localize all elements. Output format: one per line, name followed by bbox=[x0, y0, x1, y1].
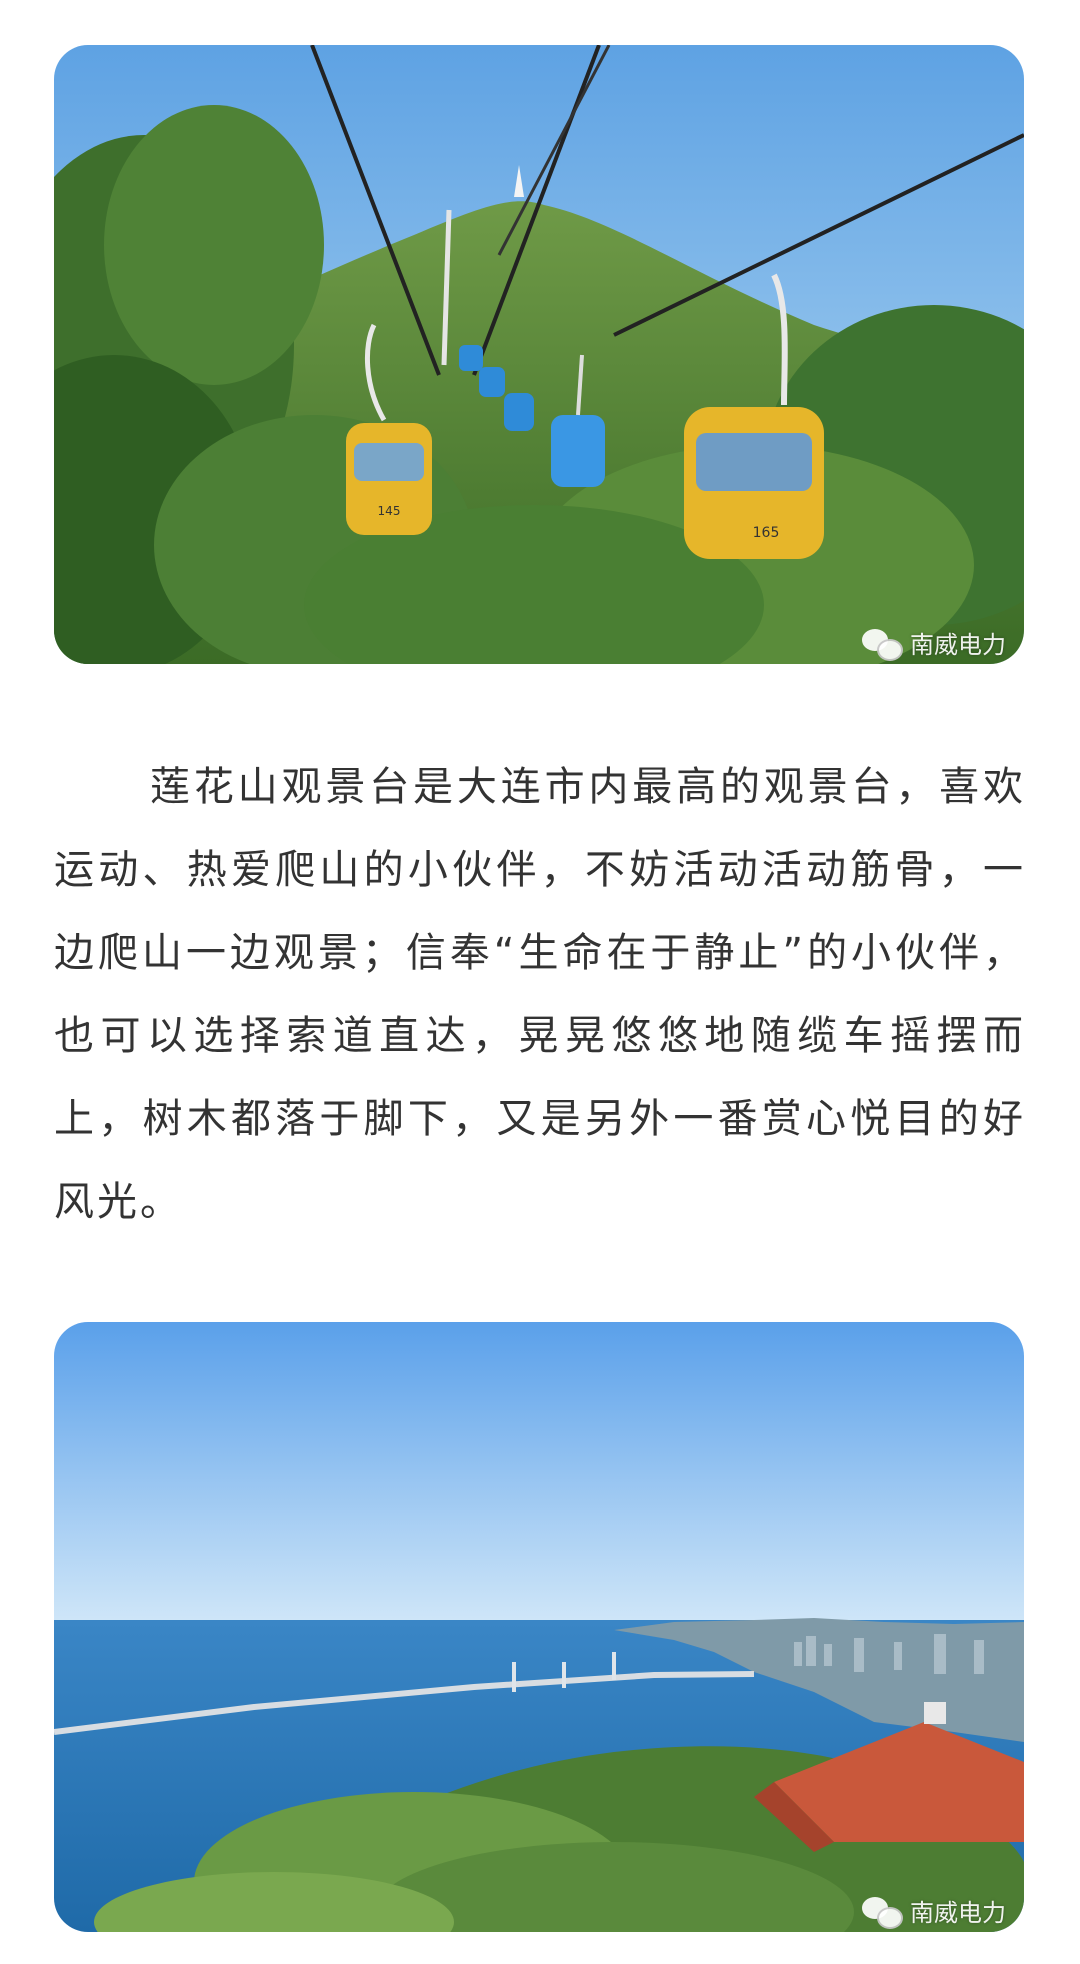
watermark-text: 南威电力 bbox=[910, 631, 1006, 659]
watermark: 南威电力 bbox=[862, 625, 1006, 661]
svg-text:165: 165 bbox=[753, 525, 780, 541]
cable-car-scene: 145 165 bbox=[54, 45, 1024, 664]
sea-bridge-scene bbox=[54, 1322, 1024, 1932]
watermark-text: 南威电力 bbox=[910, 1899, 1006, 1927]
wechat-icon bbox=[862, 627, 903, 661]
wechat-icon bbox=[862, 1895, 903, 1929]
watermark: 南威电力 bbox=[862, 1893, 1006, 1929]
cable-car-photo: 145 165 南威电力 bbox=[54, 45, 1024, 664]
svg-text:145: 145 bbox=[378, 504, 401, 518]
article-paragraph: 莲花山观景台是大连市内最高的观景台，喜欢运动、热爱爬山的小伙伴，不妨活动活动筋骨… bbox=[54, 764, 1026, 1225]
sea-bridge-photo: 南威电力 bbox=[54, 1322, 1024, 1932]
